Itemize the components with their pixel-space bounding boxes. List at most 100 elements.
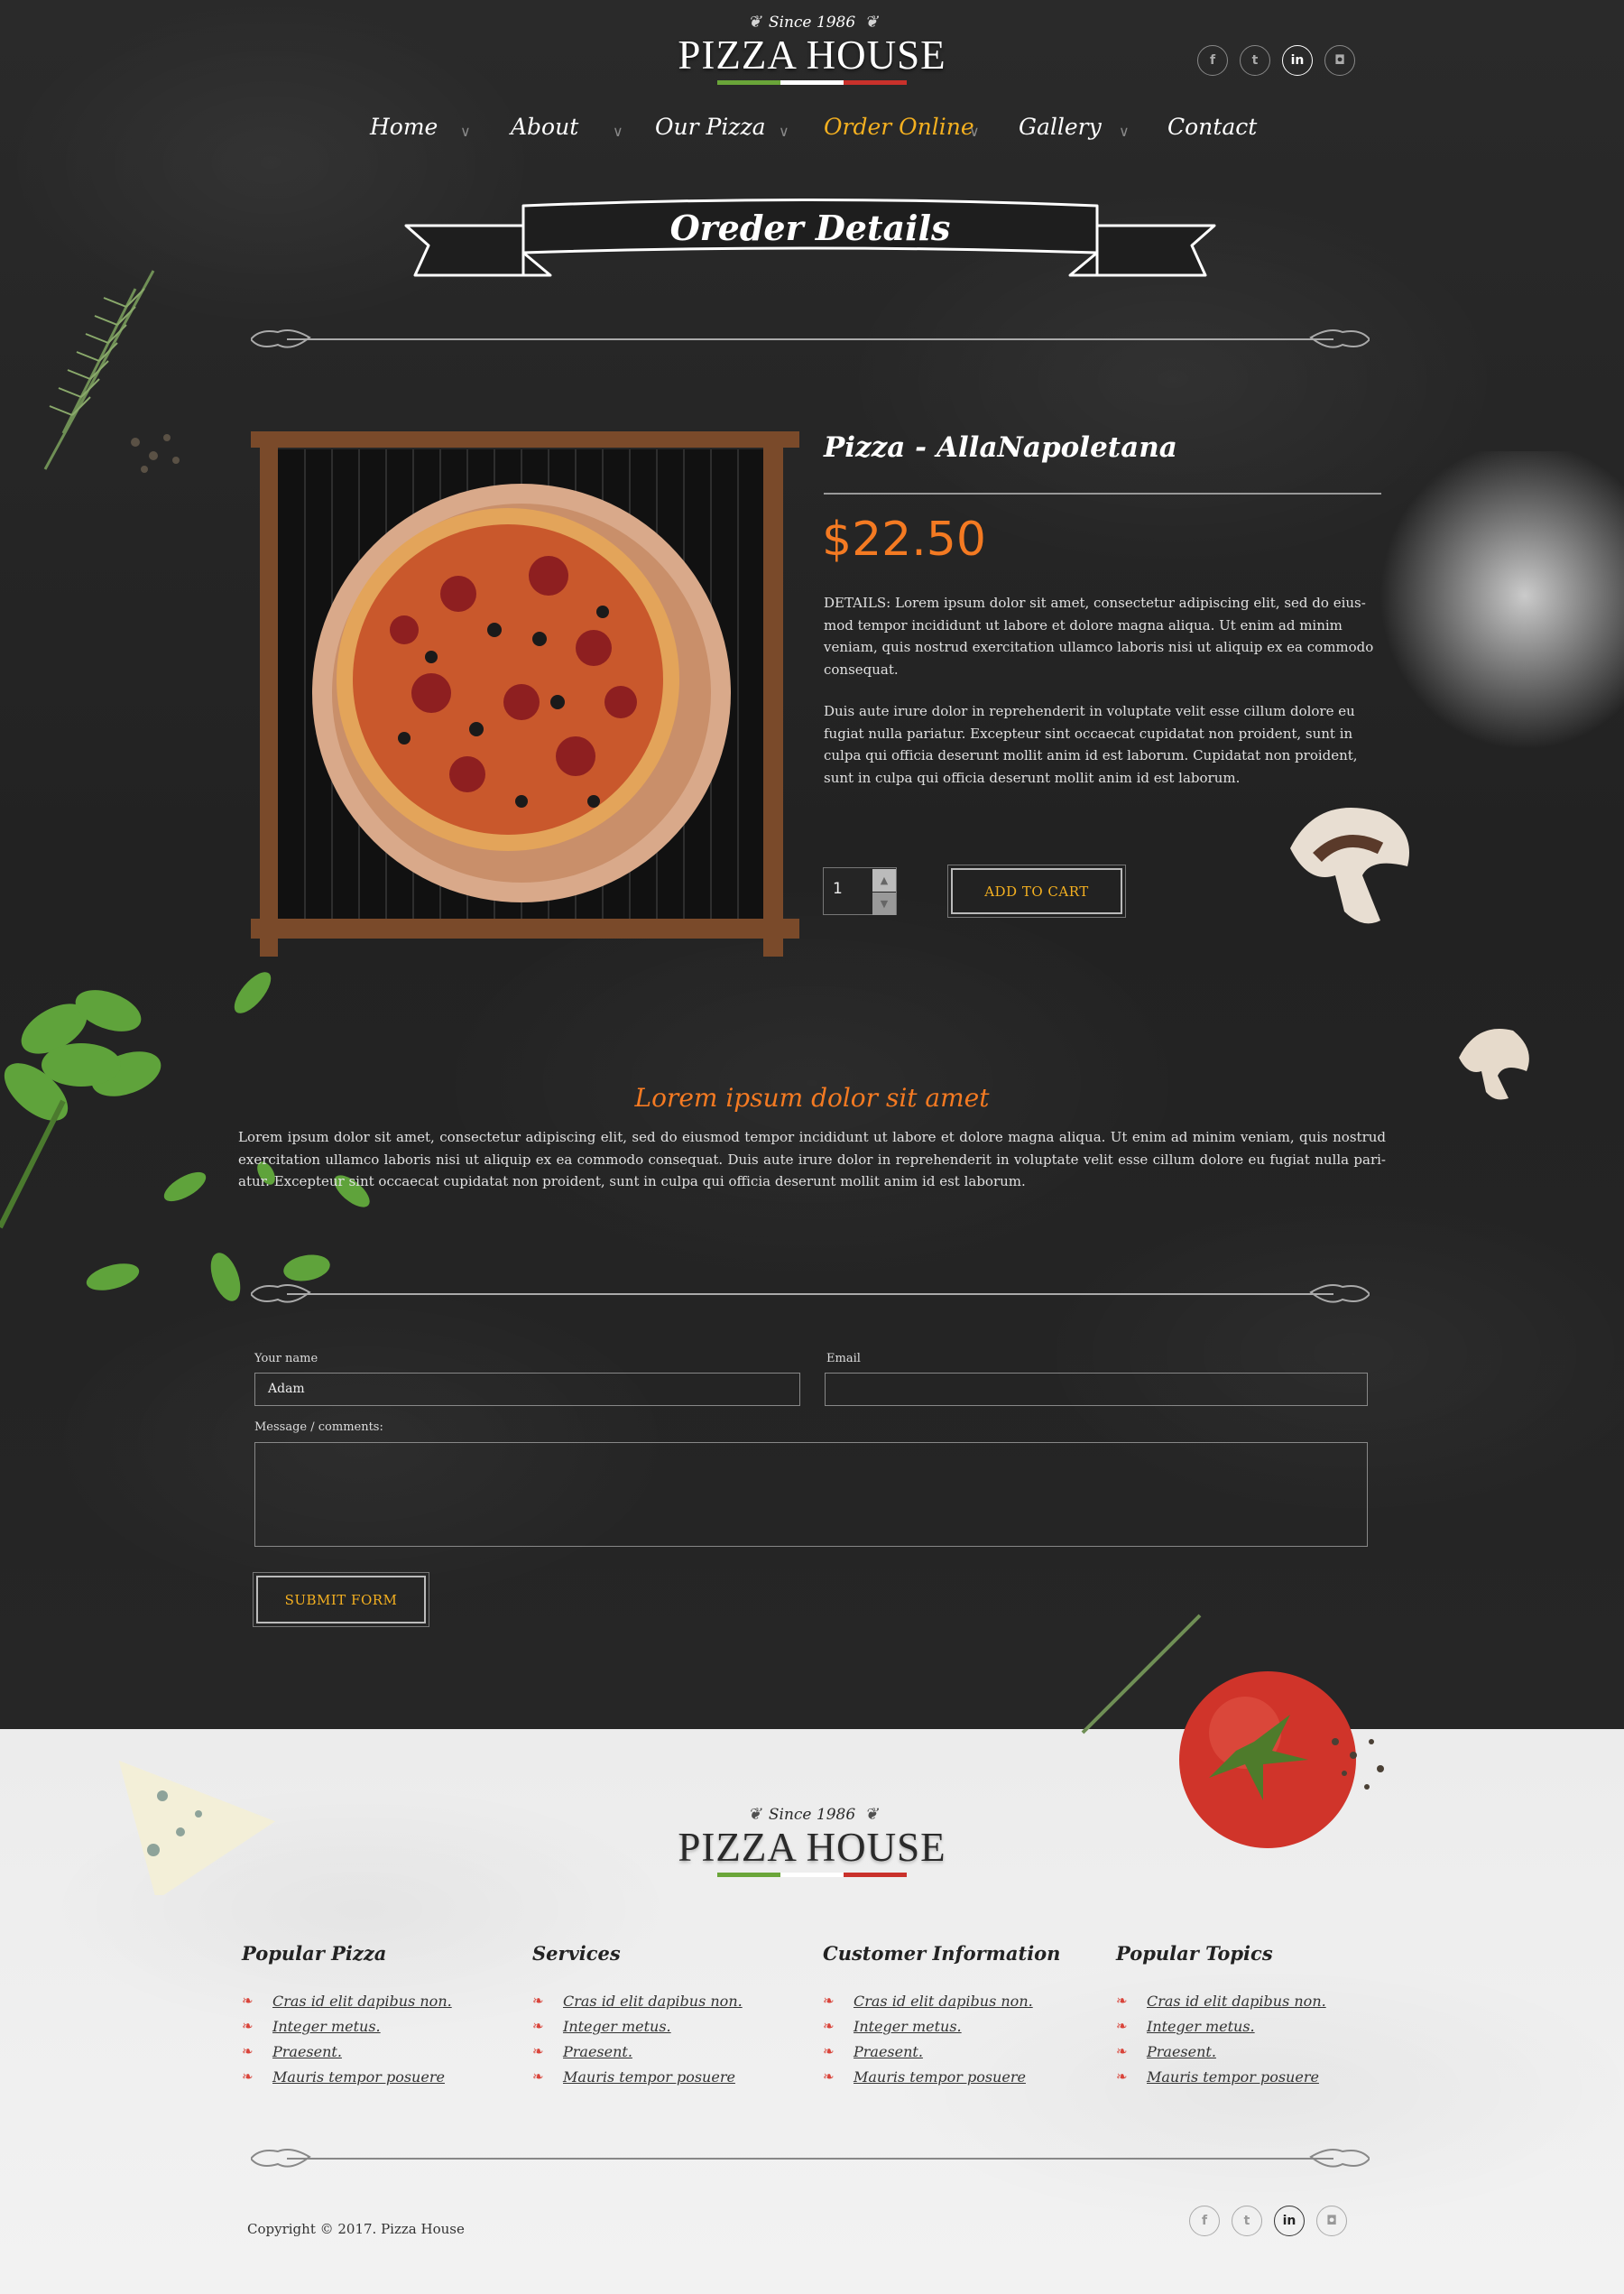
pizza-slice-icon: ❧	[823, 2018, 835, 2034]
header-logo[interactable]: ❦ Since 1986 ❦ PIZZA HOUSE	[668, 13, 956, 85]
footer-link[interactable]: Mauris tempor posuere	[272, 2068, 445, 2086]
footer-link[interactable]: Praesent.	[1147, 2043, 1216, 2060]
list-item: ❧ Praesent.	[242, 2039, 512, 2064]
message-textarea[interactable]	[254, 1442, 1368, 1547]
add-to-cart-button[interactable]: ADD TO CART	[947, 865, 1126, 918]
footer-column-popular-pizza: Popular Pizza ❧ Cras id elit dapibus non.…	[242, 1942, 512, 2089]
name-input[interactable]: Adam	[254, 1373, 800, 1406]
product-name: Pizza - AllaNapoletana	[824, 431, 1177, 464]
since-label: ❦ Since 1986 ❦	[668, 13, 956, 32]
footer-link[interactable]: Integer metus.	[1147, 2018, 1255, 2035]
chevron-down-icon: ∨	[1119, 123, 1130, 140]
chevron-down-icon: ∨	[969, 123, 980, 140]
footer-link[interactable]: Praesent.	[854, 2043, 923, 2060]
list-item: ❧ Mauris tempor posuere	[1116, 2064, 1387, 2089]
chevron-down-icon[interactable]: ▼	[872, 893, 896, 915]
page-title: Oreder Details	[669, 208, 951, 248]
tomato-decoration	[1081, 1614, 1384, 1848]
footer-link[interactable]: Integer metus.	[854, 2018, 962, 2035]
footer-link[interactable]: Praesent.	[272, 2043, 342, 2060]
footer-link[interactable]: Mauris tempor posuere	[563, 2068, 735, 2086]
copyright-text: Copyright © 2017. Pizza House	[247, 2221, 465, 2237]
linkedin-icon[interactable]: in	[1282, 45, 1313, 76]
pizza-slice-icon: ❧	[532, 2068, 544, 2085]
pizza-slice-icon: ❧	[532, 1993, 544, 2009]
nav-home[interactable]: Home	[370, 114, 438, 140]
product-details: DETAILS: Lorem ipsum dolor sit amet, con…	[824, 595, 1374, 678]
linkedin-icon[interactable]: in	[1274, 2206, 1305, 2236]
nav-gallery[interactable]: Gallery	[1019, 114, 1102, 140]
twitter-icon[interactable]: t	[1232, 2206, 1262, 2236]
email-input[interactable]	[825, 1373, 1368, 1406]
pizza-slice-icon: ❧	[242, 2018, 254, 2034]
since-label: ❦ Since 1986 ❦	[668, 1805, 956, 1824]
list-item: ❧ Cras id elit dapibus non.	[242, 1988, 512, 2013]
pizza-slice-icon: ❧	[242, 1993, 254, 2009]
list-item: ❧ Mauris tempor posuere	[823, 2064, 1093, 2089]
list-item: ❧ Integer metus.	[823, 2013, 1093, 2039]
twitter-icon[interactable]: t	[1240, 45, 1270, 76]
main-nav: Home ∨ About ∨ Our Pizza ∨ Order Online …	[352, 114, 1272, 150]
title-ribbon: Oreder Details	[401, 190, 1219, 289]
footer-link[interactable]: Praesent.	[563, 2043, 632, 2060]
quantity-value[interactable]: 1	[833, 880, 843, 898]
nav-contact[interactable]: Contact	[1167, 114, 1257, 140]
pizza-slice-icon: ❧	[532, 2043, 544, 2059]
pizza-slice-icon: ❧	[242, 2068, 254, 2085]
list-item: ❧ Mauris tempor posuere	[532, 2064, 803, 2089]
footer-social-links: f t in ◘	[1189, 2206, 1347, 2236]
laurel-right-icon: ❦	[864, 13, 878, 32]
instagram-icon[interactable]: ◘	[1324, 45, 1355, 76]
laurel-left-icon: ❦	[747, 1805, 761, 1824]
list-item: ❧ Integer metus.	[532, 2013, 803, 2039]
message-label: Message / comments:	[254, 1420, 383, 1434]
product-divider	[824, 493, 1381, 495]
laurel-right-icon: ❦	[864, 1805, 878, 1824]
section-text: Lorem ipsum dolor sit amet, consectetur …	[238, 1129, 1386, 1189]
list-item: ❧ Mauris tempor posuere	[242, 2064, 512, 2089]
header-social-links: f t in ◘	[1197, 45, 1355, 76]
footer-link[interactable]: Cras id elit dapibus non.	[563, 1993, 743, 2010]
footer-column-title: Customer Information	[823, 1942, 1061, 1965]
email-label: Email	[826, 1352, 861, 1365]
instagram-icon[interactable]: ◘	[1316, 2206, 1347, 2236]
ornament-divider	[251, 2149, 1370, 2168]
footer-link[interactable]: Cras id elit dapibus non.	[272, 1993, 452, 2010]
pizza-slice-icon: ❧	[823, 2068, 835, 2085]
list-item: ❧ Praesent.	[532, 2039, 803, 2064]
product-price: $22.50	[822, 513, 986, 567]
brand-name: PIZZA HOUSE	[678, 1825, 946, 1870]
footer-column-title: Services	[532, 1942, 621, 1965]
chevron-up-icon[interactable]: ▲	[872, 869, 896, 892]
ornament-divider	[251, 1284, 1370, 1303]
pizza-slice-icon: ❧	[532, 2018, 544, 2034]
quantity-stepper[interactable]: 1 ▲ ▼	[823, 867, 897, 915]
list-item: ❧ Integer metus.	[242, 2013, 512, 2039]
footer-logo[interactable]: ❦ Since 1986 ❦ PIZZA HOUSE	[668, 1805, 956, 1877]
pizza-slice-icon: ❧	[242, 2043, 254, 2059]
submit-form-button[interactable]: SUBMIT FORM	[253, 1572, 429, 1627]
laurel-left-icon: ❦	[747, 13, 761, 32]
chevron-down-icon: ∨	[613, 123, 623, 140]
list-item: ❧ Cras id elit dapibus non.	[1116, 1988, 1387, 2013]
footer-link[interactable]: Mauris tempor posuere	[854, 2068, 1026, 2086]
footer-link[interactable]: Integer metus.	[563, 2018, 671, 2035]
product-image	[251, 431, 799, 957]
footer-column-title: Popular Topics	[1116, 1942, 1273, 1965]
facebook-icon[interactable]: f	[1197, 45, 1228, 76]
nav-our-pizza[interactable]: Our Pizza	[655, 114, 766, 140]
nav-order-online[interactable]: Order Online	[824, 114, 974, 140]
name-label: Your name	[254, 1352, 318, 1365]
footer-link[interactable]: Integer metus.	[272, 2018, 381, 2035]
cheese-decoration	[118, 1760, 276, 1895]
footer-link[interactable]: Cras id elit dapibus non.	[1147, 1993, 1326, 2010]
nav-about[interactable]: About	[511, 114, 578, 140]
footer-link[interactable]: Cras id elit dapibus non.	[854, 1993, 1033, 2010]
pizza-slice-icon: ❧	[1116, 2018, 1128, 2034]
chevron-down-icon: ∨	[779, 123, 789, 140]
list-item: ❧ Praesent.	[1116, 2039, 1387, 2064]
since-text: Since 1986	[768, 1805, 856, 1824]
footer-link[interactable]: Mauris tempor posuere	[1147, 2068, 1319, 2086]
pizza-slice-icon: ❧	[1116, 2068, 1128, 2085]
facebook-icon[interactable]: f	[1189, 2206, 1220, 2236]
